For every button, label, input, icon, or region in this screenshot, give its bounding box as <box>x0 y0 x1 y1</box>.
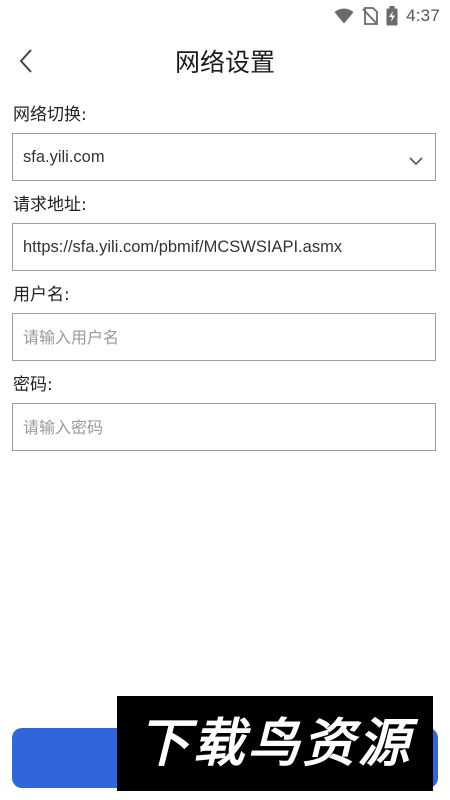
password-input[interactable] <box>13 404 435 450</box>
status-icons: 4:37 <box>334 5 440 27</box>
network-switch-dropdown[interactable]: sfa.yili.com <box>12 133 436 181</box>
username-field-box <box>12 313 436 361</box>
wifi-icon <box>334 8 354 24</box>
network-switch-label: 网络切换: <box>13 105 87 125</box>
no-sim-icon <box>362 7 379 25</box>
request-url-label: 请求地址: <box>13 195 87 215</box>
battery-charging-icon <box>386 6 398 26</box>
request-url-field[interactable]: https://sfa.yili.com/pbmif/MCSWSIAPI.asm… <box>12 223 436 271</box>
watermark-text: 下载鸟资源 <box>137 713 413 774</box>
header: 网络设置 <box>0 40 450 86</box>
username-label: 用户名: <box>13 285 70 305</box>
username-input[interactable] <box>13 314 435 360</box>
status-bar: 4:37 <box>0 0 450 32</box>
password-field-box <box>12 403 436 451</box>
password-label: 密码: <box>13 375 53 395</box>
page-title: 网络设置 <box>174 48 275 77</box>
chevron-down-icon <box>409 151 423 170</box>
watermark-overlay: 下载鸟资源 <box>117 696 433 791</box>
status-time: 4:37 <box>406 6 440 25</box>
request-url-value: https://sfa.yili.com/pbmif/MCSWSIAPI.asm… <box>23 238 343 256</box>
network-switch-value: sfa.yili.com <box>23 148 105 166</box>
